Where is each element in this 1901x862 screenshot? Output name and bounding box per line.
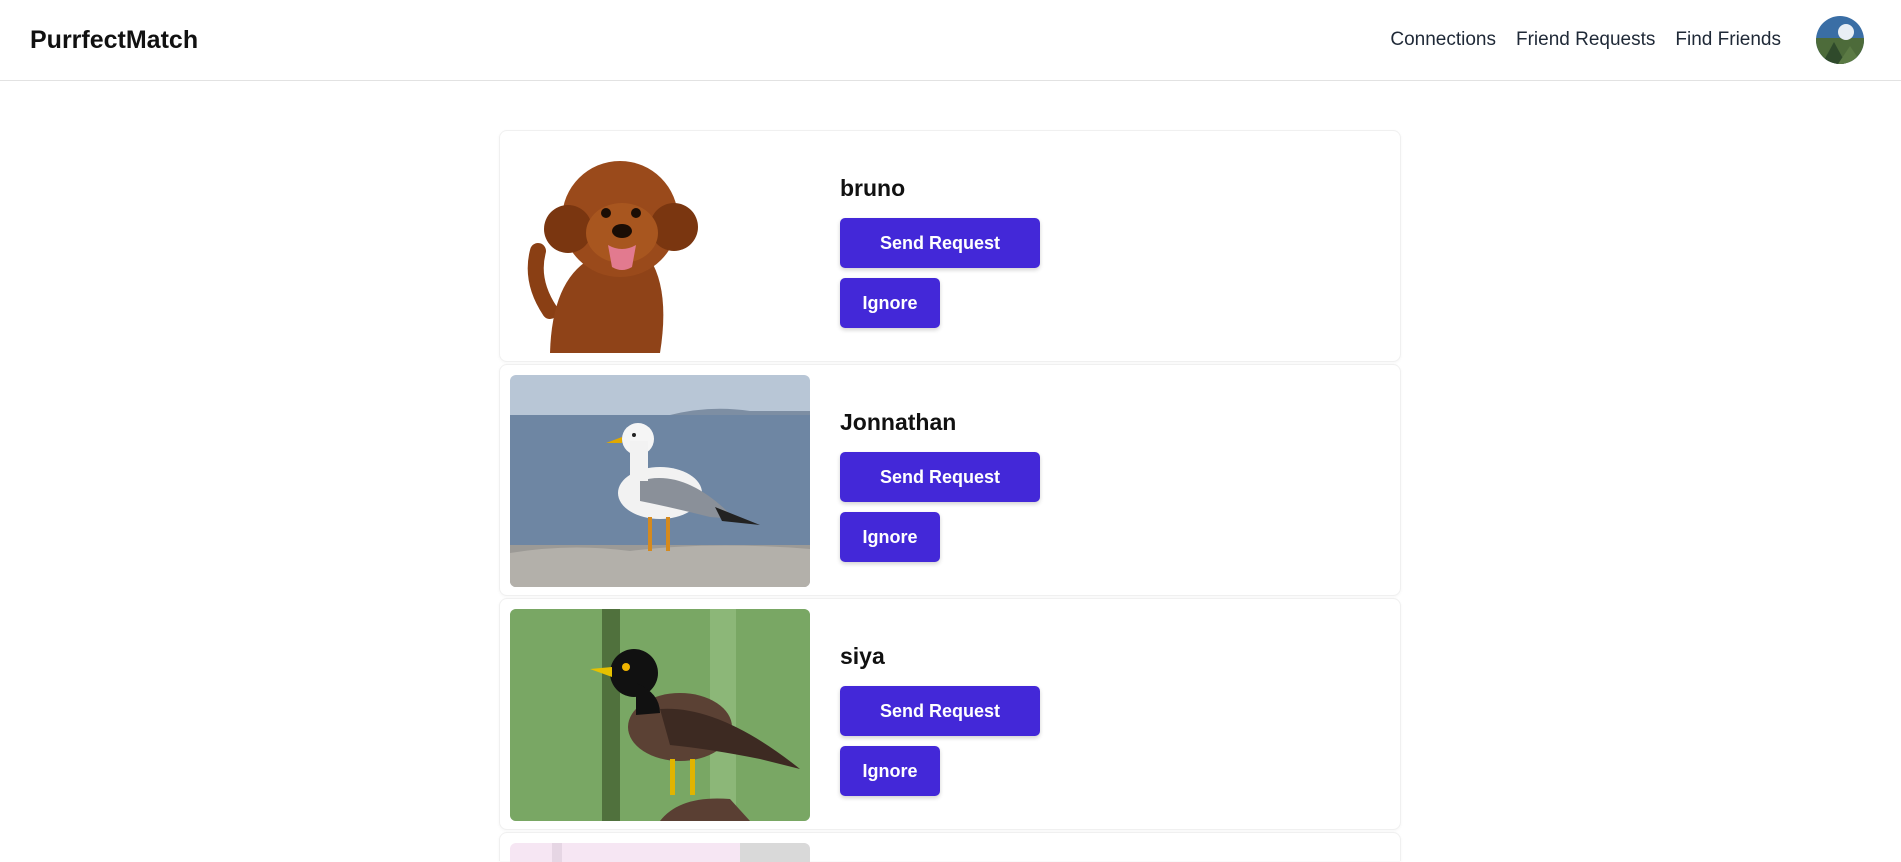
profile-photo <box>510 843 810 862</box>
profile-name: siya <box>840 643 885 669</box>
send-request-button[interactable]: Send Request <box>840 686 1040 736</box>
nav-links: Connections Friend Requests Find Friends <box>1390 29 1781 51</box>
seagull-photo <box>510 375 810 587</box>
profile-card <box>499 832 1401 862</box>
profile-name: Jonnathan <box>840 409 957 435</box>
nav-link-friend-requests[interactable]: Friend Requests <box>1516 29 1655 51</box>
brand-logo[interactable]: PurrfectMatch <box>30 26 198 55</box>
ignore-button[interactable]: Ignore <box>840 512 940 562</box>
nav-link-connections[interactable]: Connections <box>1390 29 1496 51</box>
ignore-button[interactable]: Ignore <box>840 746 940 796</box>
profile-card: Jonnathan Send Request Ignore <box>499 364 1401 596</box>
profile-card: siya Send Request Ignore <box>499 598 1401 830</box>
profile-name: bruno <box>840 175 906 201</box>
dog-photo <box>510 141 810 353</box>
ignore-button[interactable]: Ignore <box>840 278 940 328</box>
myna-bird-photo <box>510 609 810 821</box>
nav-link-find-friends[interactable]: Find Friends <box>1675 29 1781 51</box>
send-request-button[interactable]: Send Request <box>840 452 1040 502</box>
profile-card: bruno Send Request Ignore <box>499 130 1401 362</box>
user-avatar[interactable] <box>1816 16 1864 64</box>
send-request-button[interactable]: Send Request <box>840 218 1040 268</box>
top-navbar: PurrfectMatch Connections Friend Request… <box>0 0 1901 81</box>
